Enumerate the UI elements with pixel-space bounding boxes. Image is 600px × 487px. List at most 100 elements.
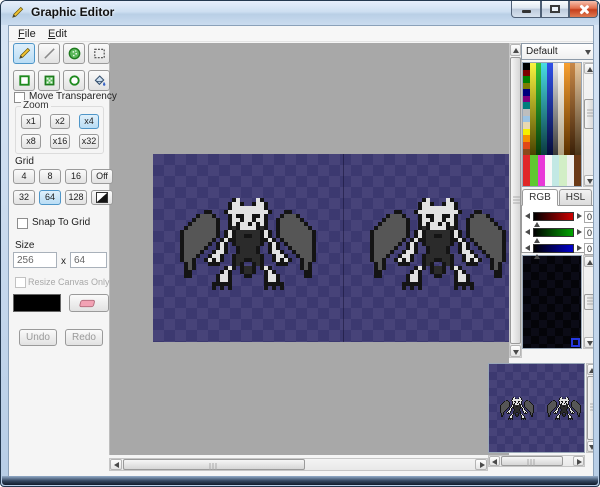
green-value[interactable]: 0 [584, 227, 594, 239]
snap-to-grid-checkbox[interactable] [17, 218, 28, 229]
size-height-field[interactable] [70, 252, 107, 268]
tool-button-ellipse-outline[interactable] [63, 70, 85, 91]
preview-horizontal-scrollbar[interactable] [488, 455, 585, 467]
palette-swatch[interactable] [523, 96, 530, 103]
palette-scroll-up-button[interactable] [584, 63, 594, 74]
grid-4-button[interactable]: 4 [13, 169, 35, 184]
red-value[interactable]: 0 [584, 211, 594, 223]
preview-vscroll-thumb[interactable] [587, 376, 594, 440]
preview-scroll-right-button[interactable] [573, 456, 584, 466]
shade-scroll-down-button[interactable] [584, 337, 594, 348]
palette-swatch[interactable] [523, 83, 530, 90]
red-slider[interactable] [533, 212, 574, 221]
preview-vertical-scrollbar[interactable] [586, 363, 594, 453]
zoom-x16-button[interactable]: x16 [50, 134, 70, 149]
palette-swatch[interactable] [538, 155, 545, 186]
palette-swatch[interactable] [523, 155, 530, 186]
tool-button-pattern-ellipse[interactable] [63, 43, 85, 64]
eraser-button[interactable] [69, 294, 109, 312]
blue-value[interactable]: 0 [584, 243, 594, 255]
tool-button-fill[interactable] [88, 70, 110, 91]
zoom-x8-button[interactable]: x8 [21, 134, 41, 149]
preview-scroll-down-button[interactable] [587, 441, 594, 452]
scroll-left-button[interactable] [110, 459, 122, 470]
current-color-swatch[interactable] [13, 294, 61, 312]
minimize-button[interactable] [511, 1, 541, 18]
blue-slider-marker[interactable] [534, 254, 540, 259]
grid-16-button[interactable]: 16 [65, 169, 87, 184]
tool-button-pencil[interactable] [13, 43, 35, 64]
size-width-field[interactable] [13, 252, 57, 268]
menu-edit[interactable]: Edit [41, 26, 74, 42]
tab-rgb[interactable]: RGB [522, 189, 558, 206]
palette-swatch[interactable] [552, 155, 559, 186]
zoom-x1-button[interactable]: x1 [21, 114, 41, 129]
palette-preset-dropdown[interactable]: Default [521, 43, 594, 60]
color-palette[interactable] [522, 62, 582, 187]
blue-decrease-arrow[interactable] [525, 245, 530, 251]
resize-canvas-only-checkbox[interactable] [15, 277, 26, 288]
blue-slider[interactable] [533, 244, 574, 253]
preview-scroll-left-button[interactable] [489, 456, 500, 466]
green-increase-arrow[interactable] [577, 229, 582, 235]
palette-swatch[interactable] [523, 89, 530, 96]
preview-pane[interactable] [488, 363, 585, 453]
shade-picker[interactable] [522, 255, 582, 349]
drawing-canvas[interactable] [153, 154, 509, 342]
palette-swatch[interactable] [545, 155, 552, 186]
shade-scroll-thumb[interactable] [584, 294, 594, 310]
scroll-down-button[interactable] [510, 345, 521, 357]
shade-scroll-up-button[interactable] [584, 256, 594, 267]
palette-scroll-thumb[interactable] [584, 99, 594, 129]
title-bar[interactable]: Graphic Editor [1, 1, 599, 25]
shade-scrollbar[interactable] [583, 255, 594, 349]
palette-swatch[interactable] [523, 109, 530, 116]
main-horizontal-scrollbar[interactable] [109, 458, 488, 471]
preview-hscroll-thumb[interactable] [501, 456, 563, 466]
palette-swatch[interactable] [523, 63, 530, 70]
blue-increase-arrow[interactable] [577, 245, 582, 251]
red-decrease-arrow[interactable] [525, 213, 530, 219]
grid-64-button[interactable]: 64 [39, 190, 61, 205]
palette-swatch[interactable] [523, 135, 530, 142]
grid-128-button[interactable]: 128 [65, 190, 87, 205]
palette-scroll-down-button[interactable] [584, 175, 594, 186]
tool-button-rect-outline[interactable] [13, 70, 35, 91]
vertical-scroll-thumb[interactable] [510, 57, 521, 344]
preview-scroll-up-button[interactable] [587, 364, 594, 375]
tool-button-rect-pattern[interactable] [38, 70, 60, 91]
palette-swatch[interactable] [574, 155, 581, 186]
grid-32-button[interactable]: 32 [13, 190, 35, 205]
grid-contrast-button[interactable] [91, 190, 113, 205]
grid-off-button[interactable]: Off [91, 169, 113, 184]
close-button[interactable] [569, 1, 598, 18]
grid-8-button[interactable]: 8 [39, 169, 61, 184]
scroll-right-button[interactable] [475, 459, 487, 470]
undo-button[interactable]: Undo [19, 329, 57, 346]
palette-swatch[interactable] [523, 70, 530, 77]
tool-button-selection[interactable] [88, 43, 110, 64]
red-increase-arrow[interactable] [577, 213, 582, 219]
palette-swatch[interactable] [523, 76, 530, 83]
green-slider[interactable] [533, 228, 574, 237]
palette-swatch[interactable] [530, 155, 537, 186]
scroll-up-button[interactable] [510, 44, 521, 56]
palette-scrollbar[interactable] [583, 62, 594, 187]
palette-swatch[interactable] [523, 129, 530, 136]
zoom-x2-button[interactable]: x2 [50, 114, 70, 129]
palette-swatch[interactable] [523, 116, 530, 123]
palette-swatch[interactable] [559, 155, 566, 186]
menu-file[interactable]: File [11, 26, 43, 42]
tool-button-line[interactable] [38, 43, 60, 64]
tab-hsl[interactable]: HSL [559, 189, 592, 206]
main-vertical-scrollbar[interactable] [509, 43, 522, 358]
palette-swatch[interactable] [523, 142, 530, 149]
redo-button[interactable]: Redo [65, 329, 103, 346]
green-decrease-arrow[interactable] [525, 229, 530, 235]
palette-swatch[interactable] [567, 155, 574, 186]
zoom-x4-button[interactable]: x4 [79, 114, 99, 129]
zoom-x32-button[interactable]: x32 [79, 134, 99, 149]
palette-swatch[interactable] [523, 122, 530, 129]
horizontal-scroll-thumb[interactable] [123, 459, 305, 470]
maximize-button[interactable] [541, 1, 569, 18]
